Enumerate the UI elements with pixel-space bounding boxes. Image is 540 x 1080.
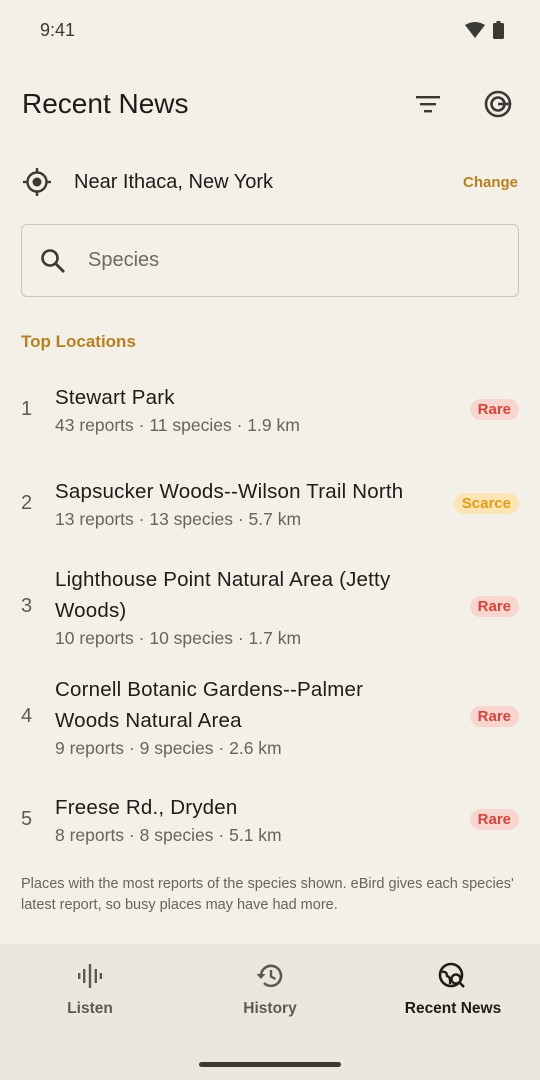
rarity-badge: Rare — [469, 595, 519, 617]
status-time: 9:41 — [40, 19, 76, 40]
rarity-badge: Scarce — [453, 492, 519, 514]
nav-label: Recent News — [404, 1000, 502, 1017]
item-meta: 8 reports · 8 species · 5.1 km — [55, 825, 282, 845]
section-title: Top Locations — [21, 332, 136, 351]
nav-item-history[interactable]: History — [180, 962, 360, 1018]
list-item[interactable]: 2 Sapsucker Woods--Wilson Trail North 13… — [0, 474, 540, 532]
item-name: Sapsucker Woods--Wilson Trail North — [55, 480, 404, 503]
home-indicator[interactable] — [199, 1062, 341, 1067]
history-icon — [256, 964, 283, 988]
item-rank: 3 — [21, 594, 33, 617]
nav-item-listen[interactable]: Listen — [0, 962, 180, 1018]
rarity-badge: Rare — [469, 398, 519, 420]
item-name: Lighthouse Point Natural Area (Jetty Woo… — [55, 567, 391, 622]
item-rank: 2 — [21, 491, 33, 514]
item-rank: 5 — [21, 807, 33, 830]
location-crosshair-icon — [23, 168, 51, 196]
item-name: Freese Rd., Dryden — [55, 796, 238, 819]
list-item[interactable]: 4 Cornell Botanic Gardens--Palmer Woods … — [0, 671, 540, 761]
location-text: Near Ithaca, New York — [74, 170, 273, 193]
bottom-navigation: Listen History Recent News — [0, 944, 540, 1080]
item-name: Cornell Botanic Gardens--Palmer Woods Na… — [55, 677, 364, 732]
change-location-button[interactable]: Change — [463, 174, 518, 191]
rarity-badge: Rare — [469, 705, 519, 727]
item-meta: 9 reports · 9 species · 2.6 km — [55, 737, 282, 758]
location-row: Near Ithaca, New York Change — [0, 158, 540, 206]
globe-search-icon — [438, 962, 465, 988]
filter-button[interactable] — [408, 84, 448, 124]
item-meta: 13 reports · 13 species · 5.7 km — [55, 509, 302, 529]
item-name: Stewart Park — [55, 386, 175, 409]
filter-icon — [416, 96, 440, 113]
nav-label: Listen — [67, 1000, 113, 1017]
item-rank: 4 — [21, 704, 33, 727]
app-actions — [408, 84, 518, 124]
item-meta: 10 reports · 10 species · 1.7 km — [55, 627, 302, 648]
item-meta: 43 reports · 11 species · 1.9 km — [55, 415, 300, 435]
battery-icon — [493, 21, 504, 39]
rarity-badge: Rare — [469, 808, 519, 830]
item-rank: 1 — [21, 397, 33, 420]
footnote: Places with the most reports of the spec… — [21, 876, 514, 913]
target-button[interactable] — [478, 84, 518, 124]
status-bar: 9:41 — [0, 0, 540, 60]
target-icon — [484, 90, 512, 118]
status-icons — [465, 21, 504, 39]
list-item[interactable]: 1 Stewart Park 43 reports · 11 species ·… — [0, 380, 540, 438]
list-item[interactable]: 3 Lighthouse Point Natural Area (Jetty W… — [0, 561, 540, 651]
nav-label: History — [243, 1000, 297, 1017]
wifi-icon — [465, 22, 485, 38]
search-icon — [41, 248, 65, 273]
search-input[interactable] — [88, 249, 468, 272]
list-item[interactable]: 5 Freese Rd., Dryden 8 reports · 8 speci… — [0, 790, 540, 848]
waveform-icon — [78, 964, 102, 988]
app-bar: Recent News — [0, 72, 540, 136]
nav-item-recent-news[interactable]: Recent News — [363, 962, 540, 1018]
search-field[interactable] — [21, 224, 519, 297]
page-title: Recent News — [22, 88, 189, 119]
